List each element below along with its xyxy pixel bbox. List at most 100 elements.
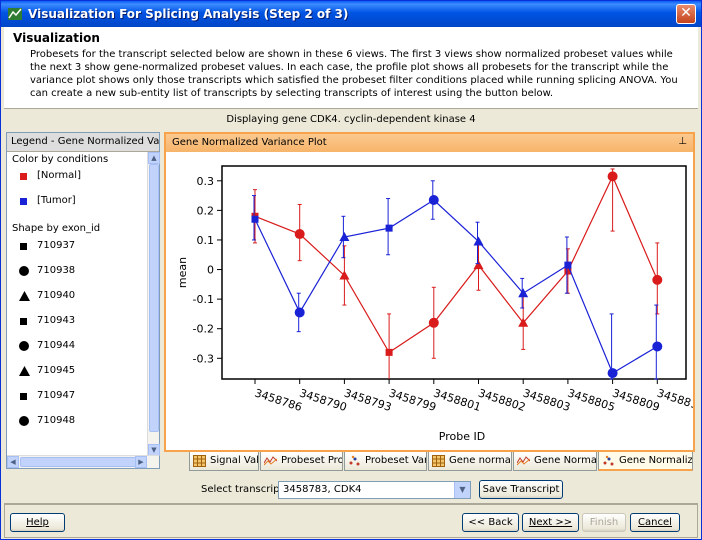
footer-bar: Help << Back Next >> Finish Cancel: [4, 504, 698, 538]
tab-label: Gene normaliz..: [449, 455, 511, 466]
scroll-thumb[interactable]: [20, 457, 138, 467]
tab-label: Gene Normaliz..: [619, 455, 693, 466]
y-tick-label: 0.2: [197, 204, 215, 217]
finish-button: Finish: [582, 513, 626, 532]
legend-title: Legend - Gene Normalized Varianc: [7, 133, 159, 152]
scatter-icon: [349, 455, 360, 466]
y-tick-label: 0.3: [197, 175, 215, 188]
tab-probeset-variance[interactable]: Probeset Vari..: [344, 452, 427, 471]
cancel-button-label: Cancel: [638, 517, 672, 528]
legend-horizontal-scrollbar[interactable]: ◀ ▶: [7, 455, 159, 468]
transcript-dropdown[interactable]: 3458783, CDK4 ▼: [278, 481, 471, 499]
back-button[interactable]: << Back: [462, 513, 519, 532]
gene-display-label: Displaying gene CDK4. cyclin-dependent k…: [226, 114, 476, 125]
square-shape-icon: [20, 243, 27, 250]
legend-shape-item: 710937: [37, 240, 76, 251]
variance-plot-chart[interactable]: 0.30.20.10-0.1-0.2-0.3345878634587903458…: [166, 152, 693, 450]
normal-series-point: [607, 171, 618, 182]
x-tick-label: 345881: [655, 386, 693, 411]
legend-shape-item: 710945: [37, 365, 76, 376]
plot-panel-title: Gene Normalized Variance Plot: [172, 137, 327, 148]
tumor-series-point: [607, 368, 618, 379]
legend-shape-item: 710940: [37, 290, 76, 301]
legend-condition-normal: [Normal]: [37, 170, 81, 181]
circle-shape-icon: [19, 416, 29, 426]
tab-label: Gene Normaliz..: [534, 455, 597, 466]
tab-probeset-profile[interactable]: Probeset Profil..: [260, 452, 343, 471]
x-tick-label: 3458802: [477, 386, 528, 414]
legend-shape-item: 710944: [37, 340, 76, 351]
x-tick-label: 3458803: [521, 386, 572, 414]
close-button[interactable]: ✕: [676, 4, 696, 24]
x-axis-label: Probe ID: [439, 430, 485, 443]
y-tick-label: -0.2: [193, 323, 214, 336]
x-tick-label: 3458805: [566, 386, 617, 414]
tumor-series-point: [251, 215, 259, 223]
tab-label: Signal Values: [210, 455, 259, 466]
save-transcript-button[interactable]: Save Transcript: [479, 480, 563, 499]
y-tick-label: -0.1: [193, 293, 214, 306]
profile-icon: [517, 456, 530, 466]
tab-gene-normalized-profile[interactable]: Gene Normaliz..: [513, 452, 597, 471]
scroll-left-icon[interactable]: ◀: [7, 456, 19, 468]
help-button-label: Help: [26, 517, 49, 528]
y-tick-label: -0.3: [193, 352, 214, 365]
legend-shape-item: 710938: [37, 265, 76, 276]
transcript-dropdown-value: 3458783, CDK4: [283, 484, 362, 495]
legend-vertical-scrollbar[interactable]: ▲ ▼: [147, 152, 160, 456]
tumor-series-point: [564, 261, 572, 269]
tab-label: Probeset Vari..: [365, 455, 427, 466]
legend-shape-item: 710948: [37, 415, 76, 426]
view-tabs: Signal Values Probeset Profil.. Probeset…: [189, 452, 695, 472]
plot-area-frame: [221, 165, 687, 380]
plot-panel-header: Gene Normalized Variance Plot ⊥: [166, 134, 693, 152]
pin-icon[interactable]: ⊥: [678, 136, 687, 147]
tab-label: Probeset Profil..: [281, 455, 342, 466]
tumor-series-point: [294, 307, 305, 318]
x-tick-label: 3458793: [342, 386, 393, 414]
tumor-series-point: [428, 195, 439, 206]
circle-shape-icon: [19, 341, 29, 351]
tumor-color-swatch: [20, 198, 27, 205]
shape-by-heading: Shape by exon_id: [12, 223, 101, 234]
square-shape-icon: [20, 318, 27, 325]
legend-panel: Legend - Gene Normalized Varianc Color b…: [6, 132, 160, 469]
tab-signal-values[interactable]: Signal Values: [189, 452, 259, 471]
app-icon: [8, 8, 22, 20]
normal-series-point: [294, 229, 305, 240]
x-tick-label: 3458801: [432, 386, 483, 414]
chevron-down-icon[interactable]: ▼: [454, 482, 470, 498]
y-tick-label: 0.1: [197, 234, 215, 247]
tumor-series-point: [385, 224, 393, 232]
scatter-icon: [603, 455, 614, 466]
legend-body: Color by conditions [Normal] [Tumor] Sha…: [7, 152, 148, 456]
title-bar[interactable]: Visualization For Splicing Analysis (Ste…: [1, 1, 701, 27]
y-tick-label: 0: [207, 264, 214, 277]
scroll-up-icon[interactable]: ▲: [148, 152, 160, 164]
page-description: Probesets for the transcript selected be…: [30, 49, 678, 99]
scroll-thumb[interactable]: [149, 164, 159, 432]
help-button[interactable]: Help: [10, 513, 65, 532]
header-panel: Visualization Probesets for the transcri…: [4, 27, 698, 109]
x-tick-label: 3458809: [611, 386, 662, 414]
normal-series-point: [385, 348, 393, 356]
window-title: Visualization For Splicing Analysis (Ste…: [28, 7, 349, 21]
grid-icon: [193, 455, 206, 467]
tab-gene-normalized-signal[interactable]: Gene normaliz..: [428, 452, 512, 471]
cancel-button[interactable]: Cancel: [630, 513, 680, 532]
color-by-heading: Color by conditions: [12, 154, 109, 165]
normal-color-swatch: [20, 173, 27, 180]
x-tick-label: 3458790: [298, 386, 349, 414]
legend-condition-tumor: [Tumor]: [37, 195, 76, 206]
scroll-right-icon[interactable]: ▶: [135, 456, 147, 468]
tab-gene-normalized-variance[interactable]: Gene Normaliz..: [598, 452, 693, 471]
x-tick-label: 3458786: [253, 386, 304, 414]
grid-icon: [432, 455, 445, 467]
next-button[interactable]: Next >>: [522, 513, 579, 532]
page-title: Visualization: [13, 31, 100, 45]
triangle-shape-icon: [19, 366, 30, 376]
normal-series-point: [652, 274, 663, 285]
x-tick-label: 3458799: [387, 386, 438, 414]
profile-icon: [264, 456, 277, 466]
y-axis-label: mean: [176, 257, 189, 288]
